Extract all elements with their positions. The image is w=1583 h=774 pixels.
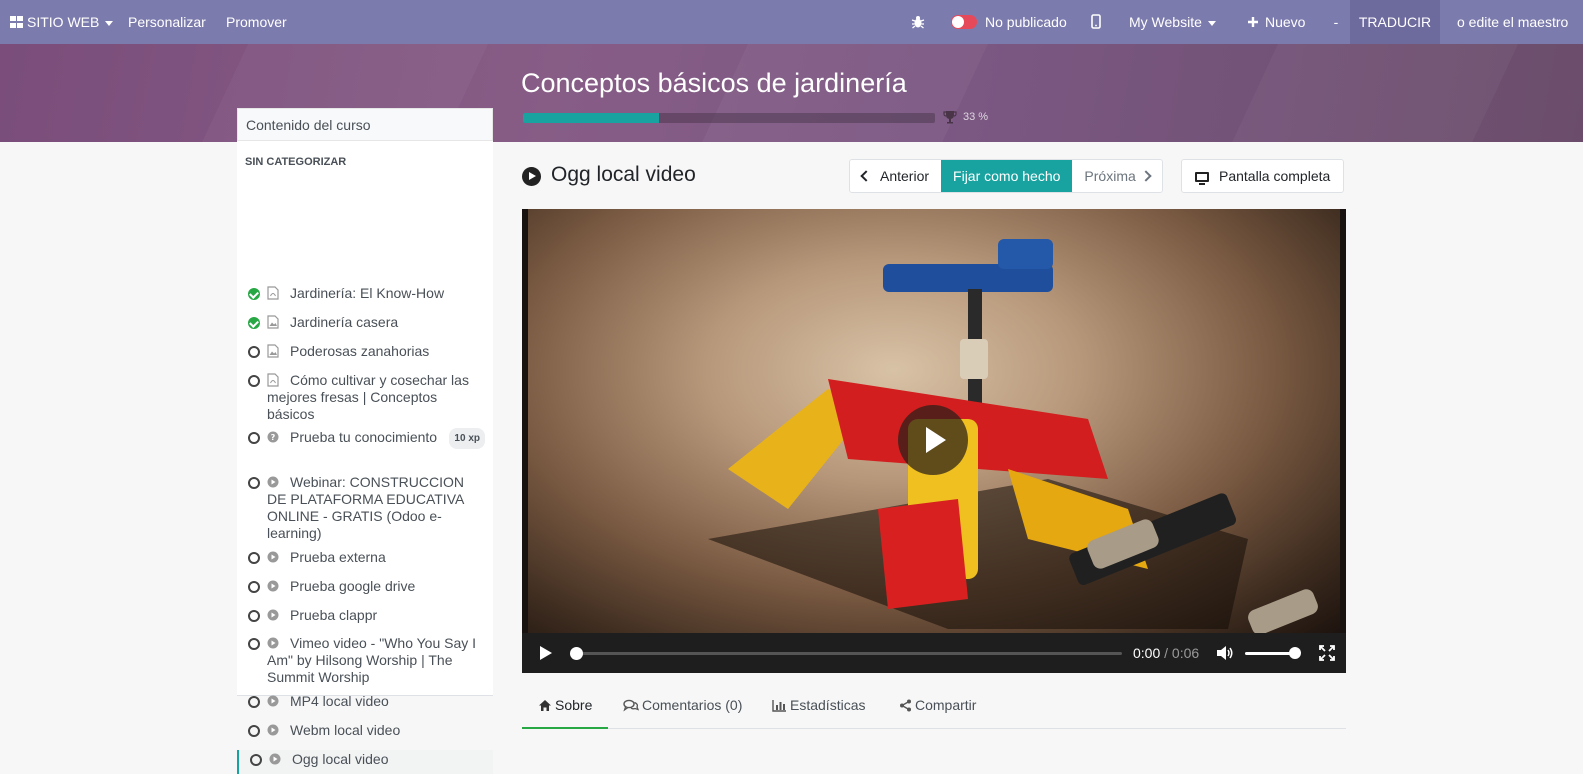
lesson-item[interactable]: Prueba clappr bbox=[237, 606, 493, 630]
lesson-item[interactable]: Jardinería casera bbox=[237, 313, 493, 337]
play-icon[interactable] bbox=[540, 646, 552, 660]
lesson-item[interactable]: Poderosas zanahorias bbox=[237, 342, 493, 366]
empty-circle-icon[interactable] bbox=[248, 552, 260, 564]
lesson-item[interactable]: Jardinería: El Know-How bbox=[237, 284, 493, 308]
video-play-icon bbox=[267, 636, 279, 650]
lesson-item[interactable]: Cómo cultivar y cosechar las mejores fre… bbox=[237, 371, 493, 423]
lesson-item[interactable]: MP4 local video bbox=[237, 692, 493, 716]
check-circle-icon[interactable] bbox=[248, 317, 260, 329]
video-player[interactable]: 0:00 / 0:06 bbox=[522, 209, 1346, 673]
share-icon bbox=[900, 699, 911, 712]
video-play-icon bbox=[267, 475, 279, 489]
empty-circle-icon[interactable] bbox=[248, 696, 260, 708]
publish-toggle[interactable]: No publicado bbox=[951, 0, 1067, 44]
fullscreen-button[interactable]: Pantalla completa bbox=[1181, 159, 1345, 193]
video-play-icon bbox=[267, 579, 279, 593]
empty-circle-icon[interactable] bbox=[250, 754, 262, 766]
pdf-file-icon bbox=[267, 373, 279, 387]
empty-circle-icon[interactable] bbox=[248, 581, 260, 593]
empty-circle-icon[interactable] bbox=[248, 346, 260, 358]
caret-down-icon bbox=[105, 20, 114, 26]
bar-chart-icon bbox=[772, 700, 786, 712]
customize-menu[interactable]: Personalizar bbox=[128, 0, 206, 44]
lesson-item[interactable]: Vimeo video - "Who You Say I Am" by Hils… bbox=[237, 634, 493, 686]
volume-icon[interactable] bbox=[1216, 645, 1234, 661]
next-button[interactable]: Próxima bbox=[1072, 160, 1161, 192]
empty-circle-icon[interactable] bbox=[248, 375, 260, 387]
course-progress-bar bbox=[523, 113, 935, 123]
debug-bug-icon[interactable] bbox=[911, 0, 925, 44]
lesson-item[interactable]: Prueba google drive bbox=[237, 577, 493, 601]
comments-icon bbox=[623, 699, 640, 712]
video-play-icon bbox=[267, 550, 279, 564]
video-play-icon bbox=[267, 694, 279, 708]
new-content-button[interactable]: Nuevo bbox=[1247, 0, 1305, 44]
slide-tabs: Sobre Comentarios (0) Estadísticas Compa… bbox=[522, 687, 1346, 729]
svg-text:?: ? bbox=[271, 433, 276, 442]
empty-circle-icon[interactable] bbox=[248, 610, 260, 622]
plus-icon bbox=[1248, 17, 1258, 27]
apps-grid-icon bbox=[10, 16, 23, 28]
big-play-button[interactable] bbox=[898, 405, 968, 475]
home-icon bbox=[539, 700, 551, 711]
trophy-icon bbox=[943, 111, 957, 124]
course-title: Conceptos básicos de jardinería bbox=[521, 68, 907, 98]
seek-handle[interactable] bbox=[570, 647, 583, 660]
tab-comments[interactable]: Comentarios (0) bbox=[623, 687, 742, 729]
video-controls-bar: 0:00 / 0:06 bbox=[522, 633, 1346, 673]
translate-button[interactable]: TRADUCIR bbox=[1350, 0, 1440, 44]
empty-circle-icon[interactable] bbox=[248, 432, 260, 444]
time-display: 0:00 / 0:06 bbox=[1133, 645, 1200, 661]
question-circle-icon: ? bbox=[267, 430, 279, 444]
course-progress-percent: 33 % bbox=[963, 111, 989, 123]
video-frame-lego-helicopter bbox=[528, 209, 1340, 633]
sidebar-heading: Contenido del curso bbox=[237, 108, 493, 141]
chevron-left-icon bbox=[860, 170, 872, 182]
lesson-item[interactable]: Ogg local video bbox=[237, 750, 493, 774]
website-selector-dropdown[interactable]: My Website bbox=[1129, 0, 1216, 44]
previous-button[interactable]: Anterior bbox=[850, 160, 941, 192]
empty-circle-icon[interactable] bbox=[248, 638, 260, 650]
course-progress-fill bbox=[523, 113, 659, 123]
volume-handle[interactable] bbox=[1288, 647, 1301, 659]
video-play-icon bbox=[269, 752, 281, 766]
caret-down-icon bbox=[1207, 20, 1216, 26]
image-file-icon bbox=[267, 344, 279, 358]
lesson-item[interactable]: Webinar: CONSTRUCCION DE PLATAFORMA EDUC… bbox=[237, 473, 493, 543]
video-play-icon bbox=[267, 608, 279, 622]
top-navbar: SITIO WEB Personalizar Promover No publi… bbox=[0, 0, 1583, 44]
fullscreen-expand-icon[interactable] bbox=[1319, 645, 1335, 661]
promote-menu[interactable]: Promover bbox=[226, 0, 287, 44]
lesson-item[interactable]: ? Prueba tu conocimiento 10 xp bbox=[237, 428, 493, 466]
more-options-button[interactable]: - bbox=[1324, 0, 1348, 44]
site-menu-dropdown[interactable]: SITIO WEB bbox=[10, 0, 114, 44]
slide-navigation-group: Anterior Fijar como hecho Próxima bbox=[849, 159, 1163, 193]
toggle-switch-icon[interactable] bbox=[951, 15, 977, 29]
tab-share[interactable]: Compartir bbox=[899, 687, 976, 729]
video-play-circle-icon bbox=[522, 167, 541, 186]
mark-done-button[interactable]: Fijar como hecho bbox=[941, 160, 1073, 192]
edit-master-link[interactable]: o edite el maestro bbox=[1457, 0, 1568, 44]
lesson-item[interactable]: Webm local video bbox=[237, 721, 493, 745]
empty-circle-icon[interactable] bbox=[248, 477, 260, 489]
category-label: SIN CATEGORIZAR bbox=[245, 156, 347, 168]
pdf-file-icon bbox=[267, 286, 279, 300]
lesson-item[interactable]: Prueba externa bbox=[237, 548, 493, 572]
seek-bar[interactable] bbox=[576, 652, 1122, 655]
image-file-icon bbox=[267, 315, 279, 329]
tab-statistics[interactable]: Estadísticas bbox=[772, 687, 865, 729]
course-content-sidebar: Contenido del curso SIN CATEGORIZAR Jard… bbox=[237, 108, 493, 774]
xp-badge: 10 xp bbox=[449, 428, 485, 449]
chevron-right-icon bbox=[1140, 170, 1152, 182]
check-circle-icon[interactable] bbox=[248, 288, 260, 300]
video-play-icon bbox=[267, 723, 279, 737]
slide-title: Ogg local video bbox=[551, 163, 696, 186]
tab-about[interactable]: Sobre bbox=[522, 687, 609, 729]
mobile-preview-icon[interactable] bbox=[1091, 0, 1101, 44]
desktop-monitor-icon bbox=[1195, 172, 1209, 185]
empty-circle-icon[interactable] bbox=[248, 725, 260, 737]
